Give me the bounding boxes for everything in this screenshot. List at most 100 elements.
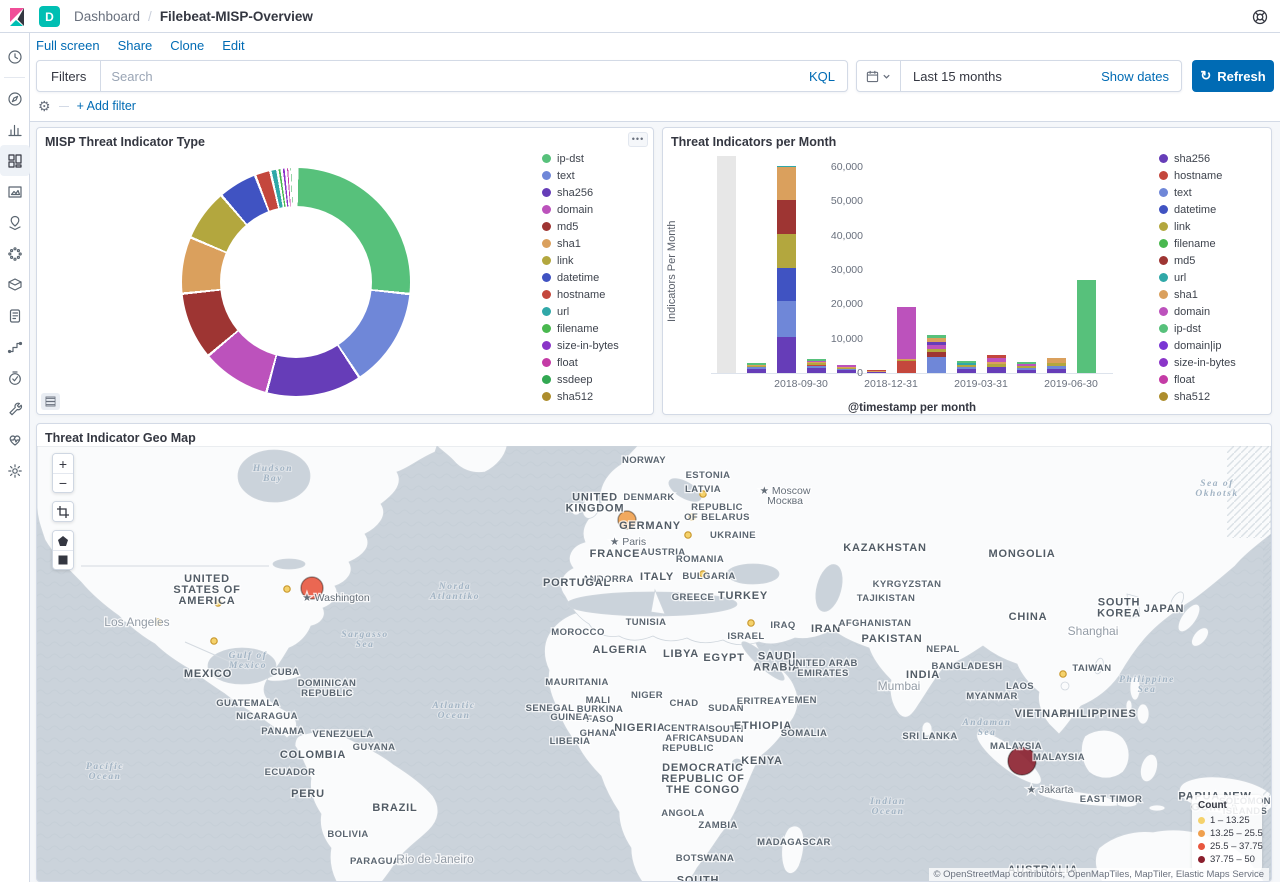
sidebar-item-logs[interactable] (0, 300, 30, 331)
bar-segment-text (777, 301, 796, 337)
geo-point-small[interactable] (748, 620, 754, 626)
search-input[interactable] (101, 69, 797, 84)
bar-2019-04[interactable] (987, 355, 1006, 373)
sidebar-item-discover[interactable] (0, 83, 30, 114)
filters-button[interactable]: Filters (37, 61, 101, 91)
legend-item-hostname[interactable]: hostname (542, 286, 650, 303)
sidebar-item-infrastructure[interactable] (0, 269, 30, 300)
legend-item-float[interactable]: float (1159, 371, 1269, 388)
toolbar-link-share[interactable]: Share (118, 38, 153, 53)
bar-2019-07[interactable] (1077, 280, 1096, 373)
donut-chart[interactable] (182, 168, 410, 396)
bar-2018-07[interactable] (717, 156, 736, 373)
time-range-value[interactable]: Last 15 months (901, 69, 1101, 84)
sidebar-item-management[interactable] (0, 455, 30, 486)
legend-item-datetime[interactable]: datetime (542, 269, 650, 286)
add-filter-link[interactable]: + Add filter (77, 99, 136, 113)
legend-item-sha1[interactable]: sha1 (542, 235, 650, 252)
legend-item-text[interactable]: text (542, 167, 650, 184)
kibana-logo-icon[interactable] (7, 7, 27, 27)
calendar-button[interactable] (857, 61, 901, 91)
geo-point-small[interactable] (211, 638, 217, 644)
help-icon[interactable] (1250, 7, 1270, 27)
legend-swatch (1159, 307, 1168, 316)
legend-item-link[interactable]: link (1159, 218, 1269, 235)
breadcrumb-section[interactable]: Dashboard (74, 9, 140, 24)
legend-item-domain|ip[interactable]: domain|ip (1159, 337, 1269, 354)
refresh-button[interactable]: ↻ Refresh (1192, 60, 1274, 92)
sidebar-item-dev-tools[interactable] (0, 393, 30, 424)
filter-settings-gear-icon[interactable]: ⚙ (38, 98, 51, 115)
toolbar-link-full-screen[interactable]: Full screen (36, 38, 100, 53)
sidebar-item-canvas[interactable] (0, 176, 30, 207)
legend-item-sha1[interactable]: sha1 (1159, 286, 1269, 303)
maps-icon (7, 215, 23, 231)
legend-item-size-in-bytes[interactable]: size-in-bytes (542, 337, 650, 354)
y-tick-30,000: 30,000 (823, 264, 863, 276)
legend-item-link[interactable]: link (542, 252, 650, 269)
legend-item-hostname[interactable]: hostname (1159, 167, 1269, 184)
legend-item-md5[interactable]: md5 (542, 218, 650, 235)
sidebar-item-recently-viewed[interactable] (0, 41, 30, 72)
bar-2019-05[interactable] (1017, 362, 1036, 373)
geo-point-small[interactable] (685, 532, 691, 538)
bar-segment-sha256 (777, 337, 796, 373)
fit-bounds-button[interactable] (53, 502, 73, 521)
legend-item-ssdeep[interactable]: ssdeep (542, 371, 650, 388)
legend-item-float[interactable]: float (542, 354, 650, 371)
toolbar-link-clone[interactable]: Clone (170, 38, 204, 53)
legend-item-filename[interactable]: filename (542, 320, 650, 337)
legend-item-github-username[interactable]: github-username (542, 405, 650, 408)
sidebar-item-maps[interactable] (0, 207, 30, 238)
bar-2019-06[interactable] (1047, 358, 1066, 373)
sidebar-item-dashboard[interactable] (0, 145, 30, 176)
legend-toggle-button[interactable] (41, 393, 60, 410)
legend-item-url[interactable]: url (542, 303, 650, 320)
legend-item-sha512[interactable]: sha512 (1159, 388, 1269, 405)
bar-2019-02[interactable] (927, 335, 946, 373)
zoom-in-button[interactable]: + (53, 454, 73, 473)
geo-map[interactable]: HudsonBayUNITEDSTATES OFAMERICA★ Washing… (37, 446, 1271, 882)
sidebar-item-apm[interactable] (0, 331, 30, 362)
toolbar-link-edit[interactable]: Edit (222, 38, 244, 53)
bar-2018-09[interactable] (777, 166, 796, 373)
sidebar-item-machine-learning[interactable] (0, 238, 30, 269)
draw-polygon-button[interactable] (53, 531, 73, 550)
bar-2019-01[interactable] (897, 307, 916, 373)
legend-item-ssdeep[interactable]: ssdeep (1159, 405, 1269, 408)
legend-item-ip-dst[interactable]: ip-dst (542, 150, 650, 167)
legend-item-datetime[interactable]: datetime (1159, 201, 1269, 218)
bar-2018-12[interactable] (867, 370, 886, 373)
zoom-out-button[interactable]: − (53, 473, 73, 492)
draw-rectangle-button[interactable] (53, 550, 73, 569)
legend-label: text (1174, 187, 1192, 199)
legend-item-sha256[interactable]: sha256 (542, 184, 650, 201)
legend-item-filename[interactable]: filename (1159, 235, 1269, 252)
legend-item-md5[interactable]: md5 (1159, 252, 1269, 269)
legend-item-text[interactable]: text (1159, 184, 1269, 201)
legend-item-sha512[interactable]: sha512 (542, 388, 650, 405)
map-label: ★ Washington (302, 592, 370, 604)
legend-item-domain[interactable]: domain (1159, 303, 1269, 320)
map-label: LIBERIA (550, 736, 591, 747)
sidebar-item-stack-monitoring[interactable] (0, 424, 30, 455)
geo-point-small[interactable] (284, 586, 290, 592)
sidebar-item-uptime[interactable] (0, 362, 30, 393)
show-dates-link[interactable]: Show dates (1101, 69, 1181, 84)
bar-2019-03[interactable] (957, 361, 976, 373)
geo-point-small[interactable] (1060, 671, 1066, 677)
map-label: PANAMA (261, 726, 304, 737)
legend-item-size-in-bytes[interactable]: size-in-bytes (1159, 354, 1269, 371)
sidebar-item-visualize[interactable] (0, 114, 30, 145)
kql-selector[interactable]: KQL (797, 69, 847, 84)
bar-chart-plot-area[interactable] (711, 156, 1113, 374)
legend-item-url[interactable]: url (1159, 269, 1269, 286)
legend-label: sha256 (1174, 153, 1210, 165)
legend-item-domain[interactable]: domain (542, 201, 650, 218)
bar-2018-08[interactable] (747, 363, 766, 373)
panel-options-button[interactable]: ••• (628, 132, 648, 147)
map-label: EGYPT (703, 652, 744, 664)
list-icon (45, 396, 56, 407)
legend-item-sha256[interactable]: sha256 (1159, 150, 1269, 167)
legend-item-ip-dst[interactable]: ip-dst (1159, 320, 1269, 337)
